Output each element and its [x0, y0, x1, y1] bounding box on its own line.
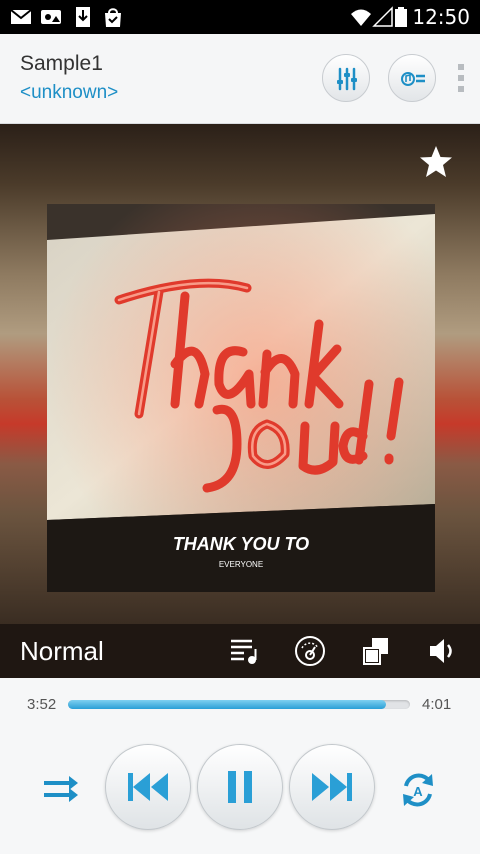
track-header: Sample1 <unknown> [0, 34, 480, 124]
playback-mode-label: Normal [20, 636, 104, 666]
previous-icon [128, 773, 168, 801]
cover-subtitle: EVERYONE [218, 560, 264, 569]
overflow-menu-icon [458, 64, 464, 70]
repeat-all-icon[interactable]: A [398, 770, 438, 810]
total-time: 4:01 [422, 696, 452, 713]
shopping-bag-icon [105, 8, 121, 27]
wifi-icon [351, 9, 371, 26]
cover-title: THANK YOU TO [172, 534, 310, 554]
pause-button[interactable] [197, 744, 283, 830]
pause-icon [228, 771, 252, 803]
next-button[interactable] [289, 744, 375, 830]
equalizer-button[interactable] [322, 54, 370, 102]
playback-controls: A [0, 728, 480, 854]
queue-icon[interactable] [228, 634, 262, 668]
equalizer-icon [337, 67, 357, 91]
shuffle-icon[interactable] [41, 770, 81, 810]
overflow-menu-button[interactable] [458, 64, 466, 94]
battery-icon [395, 7, 407, 27]
status-time: 12:50 [412, 5, 470, 29]
track-title: Sample1 [20, 52, 103, 75]
album-art-background: THANK YOU TO EVERYONE [0, 124, 480, 624]
album-cover: THANK YOU TO EVERYONE [47, 204, 435, 592]
sound-effect-icon[interactable] [293, 634, 327, 668]
download-icon [76, 7, 90, 27]
volume-icon[interactable] [426, 634, 460, 668]
seek-bar-fill [68, 700, 387, 709]
playlist-button[interactable] [388, 54, 436, 102]
mode-bar: Normal [0, 624, 480, 678]
previous-button[interactable] [105, 744, 191, 830]
playlist-icon [401, 72, 425, 86]
photo-notification-icon [41, 10, 61, 24]
elapsed-time: 3:52 [27, 696, 57, 713]
mini-player-icon[interactable] [360, 634, 394, 668]
star-icon[interactable] [418, 144, 454, 180]
gmail-icon [10, 9, 32, 24]
svg-text:A: A [413, 784, 423, 799]
next-icon [312, 773, 352, 801]
progress-area: 3:52 4:01 [0, 678, 480, 728]
signal-icon [372, 6, 393, 27]
seek-bar[interactable] [68, 700, 410, 709]
status-bar: 12:50 [0, 0, 480, 34]
artist-link[interactable]: <unknown> [20, 82, 118, 104]
